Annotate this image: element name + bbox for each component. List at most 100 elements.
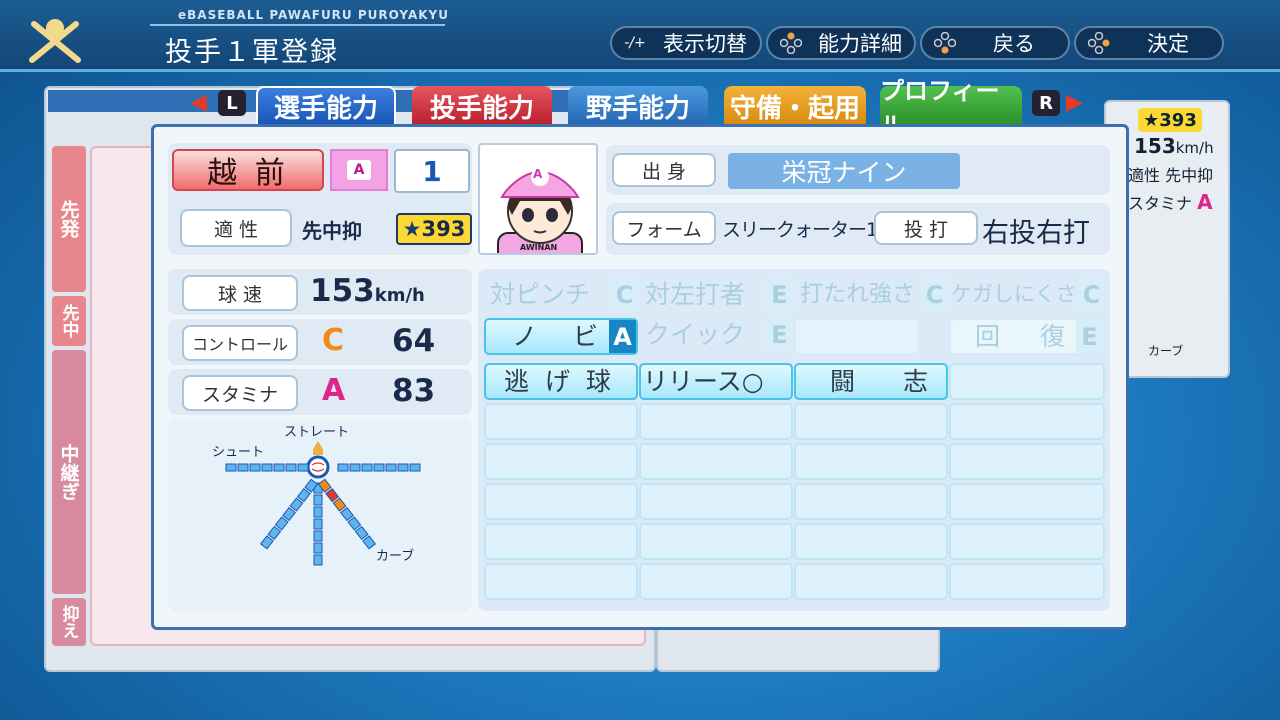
ability-slot[interactable] <box>949 443 1105 480</box>
ability-slot[interactable] <box>949 563 1105 600</box>
confirm-button[interactable]: 決定 <box>1074 26 1224 60</box>
ability-grade: E <box>766 318 793 351</box>
uniform-number: 1 <box>394 149 470 193</box>
slider-bar-segment <box>337 463 349 472</box>
ability-injury-resist[interactable]: ケガしにくさ C <box>949 278 1105 315</box>
shoot-bar-segment <box>237 463 249 472</box>
form-value: スリークォーター1 <box>722 219 878 241</box>
side-label-long-relief: 先中 <box>52 296 86 346</box>
ability-slot[interactable] <box>794 523 948 560</box>
control-rank: C <box>322 323 345 358</box>
tab-left-arrow-icon[interactable]: ◀ <box>190 90 207 115</box>
tab-profile[interactable]: プロフィール <box>880 77 1022 140</box>
dpad-icon <box>1084 30 1114 56</box>
slider-bar-segment <box>397 463 409 472</box>
top-bar: eBASEBALL PAWAFURU PUROYAKYU 投手１軍登録 -/+ … <box>0 0 1280 72</box>
pitch-direction-chart <box>225 441 421 566</box>
ability-slot[interactable] <box>794 563 948 600</box>
player-portrait: A AWINAN <box>478 143 598 255</box>
cap-letter: A <box>533 167 543 181</box>
origin-value: 栄冠ナイン <box>728 153 960 189</box>
pitch-chart: ストレート シュート カーブ <box>168 419 472 611</box>
ability-vs-left[interactable]: 対左打者 E <box>639 278 793 315</box>
tab-pitcher-ability[interactable]: 投手能力 <box>412 86 552 126</box>
curve-bar-segment <box>325 488 340 503</box>
brand-divider <box>150 24 445 26</box>
sinker-bar-segment <box>296 488 311 503</box>
shirt-text: AWINAN <box>520 243 558 252</box>
bat-label: 投 打 <box>874 211 978 245</box>
player-detail-panel: 越 前 A 1 適 性 先中抑 ★ 393 A AWINAN 出 身 栄冠ナイン … <box>151 124 1129 630</box>
curve-bar-segment <box>340 506 354 522</box>
aptitude-value: 先中抑 <box>302 219 362 243</box>
shoot-bar-segment <box>249 463 261 472</box>
ability-slot[interactable] <box>949 403 1105 440</box>
ability-slot[interactable] <box>949 523 1105 560</box>
tab-fielder-ability[interactable]: 野手能力 <box>568 86 708 126</box>
ability-slot[interactable] <box>639 483 793 520</box>
ability-slot[interactable] <box>484 563 638 600</box>
sinker-bar-segment <box>259 535 274 550</box>
ability-slot[interactable] <box>794 483 948 520</box>
fork-bar-segment <box>313 494 323 506</box>
crossed-bats-icon <box>29 19 81 63</box>
special-ability-1[interactable]: 逃 げ 球 <box>484 363 638 400</box>
dpad-icon <box>930 30 960 56</box>
origin-label: 出 身 <box>612 153 716 187</box>
dpad-icon <box>776 30 806 56</box>
ability-grade: E <box>766 278 793 311</box>
slider-bar-segment <box>409 463 421 472</box>
side-label-closer: 抑え <box>52 598 86 646</box>
side-label-starter: 先発 <box>52 146 86 292</box>
player-face-icon <box>497 168 583 253</box>
slider-bar-segment <box>373 463 385 472</box>
toggle-display-button[interactable]: -/+ 表示切替 <box>610 26 762 60</box>
shoot-bar-segment <box>261 463 273 472</box>
tab-defense-usage[interactable]: 守備・起用 <box>724 86 866 126</box>
tab-player-ability[interactable]: 選手能力 <box>256 86 396 126</box>
ability-recovery[interactable]: 回 復E <box>949 318 1105 355</box>
ability-slot[interactable] <box>794 403 948 440</box>
page-title: 投手１軍登録 <box>165 37 339 68</box>
speed-value: 153km/h <box>310 273 425 309</box>
fork-bar-segment <box>313 542 323 554</box>
ability-slot[interactable] <box>949 483 1105 520</box>
fork-bar-segment <box>313 530 323 542</box>
ability-grade: A <box>609 320 636 353</box>
curve-bar-segment <box>354 525 369 541</box>
ability-durability[interactable]: 打たれ強さ C <box>794 278 948 315</box>
ability-slot[interactable] <box>639 523 793 560</box>
special-ability-slot[interactable] <box>949 363 1105 400</box>
ability-slot[interactable] <box>484 523 638 560</box>
ability-grade: C <box>611 278 638 311</box>
fork-bar-segment <box>313 554 323 566</box>
special-ability-3[interactable]: 闘 志 <box>794 363 948 400</box>
special-ability-2[interactable]: リリース○ <box>639 363 793 400</box>
back-button[interactable]: 戻る <box>920 26 1070 60</box>
ability-slot[interactable] <box>794 443 948 480</box>
tab-right-arrow-icon[interactable]: ▶ <box>1066 90 1083 115</box>
ability-detail-button[interactable]: 能力詳細 <box>766 26 916 60</box>
shoot-bar-segment <box>273 463 285 472</box>
l-key-icon: L <box>218 90 246 116</box>
ability-slot[interactable] <box>484 443 638 480</box>
sinker-bar-segment <box>274 516 289 531</box>
sinker-bar-segment <box>267 525 282 541</box>
speed-label: 球 速 <box>182 275 298 311</box>
ability-empty[interactable] <box>794 318 920 355</box>
ability-slot[interactable] <box>639 563 793 600</box>
stamina-rank: A <box>322 373 346 408</box>
shoot-bar-segment <box>285 463 297 472</box>
ability-slot[interactable] <box>484 403 638 440</box>
slider-bar-segment <box>385 463 397 472</box>
sinker-bar-segment <box>289 497 304 512</box>
ability-vs-pinch[interactable]: 対ピンチ C <box>484 278 638 315</box>
ability-slot[interactable] <box>639 403 793 440</box>
stamina-label: スタミナ <box>182 375 298 411</box>
ability-slot[interactable] <box>484 483 638 520</box>
side-label-middle-relief: 中継ぎ <box>52 350 86 594</box>
ability-nobi[interactable]: ノ ビA <box>484 318 638 355</box>
ability-quick[interactable]: クイック E <box>639 318 793 355</box>
grade-badge: A <box>330 149 388 191</box>
ability-slot[interactable] <box>639 443 793 480</box>
